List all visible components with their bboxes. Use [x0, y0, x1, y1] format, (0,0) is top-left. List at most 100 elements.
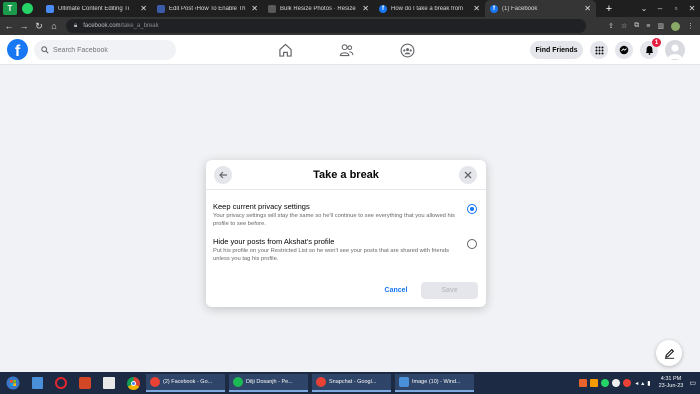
pinned-tab-icon[interactable]: T	[3, 2, 17, 15]
taskbar-app[interactable]: Image (10) - Wind...	[395, 374, 474, 392]
close-tab-icon[interactable]: ✕	[251, 4, 258, 13]
cancel-button[interactable]: Cancel	[376, 282, 416, 298]
taskbar-app[interactable]: Snapchat - Googl...	[312, 374, 391, 392]
browser-tab-active[interactable]: f (1) Facebook ✕	[485, 0, 596, 17]
option-title: Hide your posts from Akshat's profile	[213, 237, 335, 246]
taskbar-app[interactable]: (2) Facebook - Go...	[146, 374, 225, 392]
messenger-icon[interactable]	[615, 41, 633, 59]
word-icon[interactable]	[100, 375, 118, 391]
profile-avatar-icon[interactable]	[671, 21, 680, 31]
chrome-icon[interactable]	[124, 375, 142, 391]
docs-icon	[46, 4, 54, 13]
dialog-footer: Cancel Save	[206, 271, 486, 307]
search-icon	[41, 46, 49, 54]
close-tab-icon[interactable]: ✕	[473, 4, 480, 13]
spotify-app-icon	[233, 377, 243, 387]
back-arrow-icon	[218, 171, 227, 179]
account-avatar[interactable]	[665, 40, 685, 60]
close-icon	[464, 171, 472, 179]
clock-date: 23-Jun-23	[658, 383, 684, 389]
reading-list-icon[interactable]: ≡	[646, 23, 650, 30]
option-description: Put his profile on your Restricted List …	[213, 248, 449, 262]
bookmark-star-icon[interactable]: ☆	[621, 22, 627, 30]
url-path: /take_a_break	[120, 23, 159, 29]
taskbar-app[interactable]: Dilji Dosanjh - Pe...	[229, 374, 308, 392]
notification-count-badge: 1	[652, 38, 661, 47]
tab-search-chevron-icon[interactable]: ⌄	[636, 4, 652, 13]
share-icon[interactable]: ⇪	[608, 22, 614, 30]
wordpress-icon	[157, 4, 165, 13]
browser-tab[interactable]: f How do I take a break from ✕	[374, 0, 485, 17]
clock-time: 4:31 PM	[660, 376, 682, 382]
tray-app-icon[interactable]	[590, 379, 599, 387]
clock[interactable]: 4:31 PM 23-Jun-23	[659, 376, 684, 390]
browser-tab[interactable]: Ultimate Content Editing Ti ✕	[41, 0, 152, 17]
save-button[interactable]: Save	[421, 282, 478, 299]
forward-arrow-icon[interactable]: →	[18, 21, 30, 31]
wifi-signal-icon[interactable]: ▴	[641, 380, 644, 387]
back-arrow-icon[interactable]: ←	[3, 21, 15, 31]
browser-tab-strip: T Ultimate Content Editing Ti ✕ Edit Pos…	[0, 0, 700, 17]
whatsapp-tray-icon[interactable]	[601, 379, 610, 387]
facebook-favicon-icon: f	[490, 4, 498, 13]
tray-app-icon[interactable]	[612, 379, 621, 387]
search-input[interactable]	[53, 46, 163, 54]
tab-title: Ultimate Content Editing Ti	[58, 5, 130, 12]
tray-app-icon[interactable]	[623, 379, 632, 387]
take-a-break-dialog: Take a break Keep current privacy settin…	[206, 160, 486, 307]
new-message-button[interactable]	[656, 340, 682, 366]
menu-grid-icon[interactable]	[590, 41, 608, 59]
option-hide-posts[interactable]: Hide your posts from Akshat's profile Pu…	[213, 237, 479, 263]
url-host: facebook.com	[83, 23, 121, 29]
find-friends-button[interactable]: Find Friends	[530, 41, 583, 59]
groups-nav-icon[interactable]	[398, 41, 416, 59]
windows-taskbar: (2) Facebook - Go... Dilji Dosanjh - Pe.…	[0, 372, 700, 394]
facebook-header: f Find Friends 1	[0, 35, 700, 65]
file-explorer-icon[interactable]	[28, 375, 46, 391]
dialog-header: Take a break	[206, 160, 486, 190]
close-tab-icon[interactable]: ✕	[584, 4, 591, 13]
minimize-icon[interactable]: –	[652, 4, 668, 13]
home-nav-icon[interactable]	[276, 41, 294, 59]
browser-tab[interactable]: Edit Post ‹How To Enable Th ✕	[152, 0, 263, 17]
tab-title: (1) Facebook	[502, 5, 538, 12]
reload-icon[interactable]: ↻	[33, 21, 45, 32]
powerpoint-icon[interactable]	[76, 375, 94, 391]
home-icon[interactable]: ⌂	[48, 21, 60, 31]
menu-kebab-icon[interactable]: ⋮	[687, 22, 694, 30]
browser-tab[interactable]: Bulk Resize Photos · Resize ✕	[263, 0, 374, 17]
taskbar-app-label: Snapchat - Googl...	[329, 379, 377, 385]
resize-icon	[268, 4, 276, 13]
restore-icon[interactable]: ▫	[668, 4, 684, 13]
close-dialog-button[interactable]	[459, 166, 477, 184]
taskbar-app-label: Image (10) - Wind...	[412, 379, 461, 385]
notification-center-icon[interactable]: ▭	[689, 379, 696, 387]
extensions-icon[interactable]: ⧉	[634, 22, 639, 30]
battery-icon[interactable]: ▮	[647, 380, 650, 387]
radio-unselected[interactable]	[467, 239, 477, 249]
lock-icon[interactable]: 🔒︎	[74, 23, 77, 30]
browser-toolbar: ← → ↻ ⌂ 🔒︎ facebook.com/take_a_break ⇪ ☆…	[0, 17, 700, 35]
taskbar-app-label: (2) Facebook - Go...	[163, 379, 213, 385]
whatsapp-pinned-icon[interactable]	[22, 3, 33, 14]
address-bar[interactable]: 🔒︎ facebook.com/take_a_break	[66, 19, 586, 33]
facebook-search-box[interactable]	[34, 40, 176, 60]
system-tray: ◂ ▴ ▮ 4:31 PM 23-Jun-23 ▭	[576, 372, 700, 394]
close-window-icon[interactable]: ✕	[684, 4, 700, 13]
new-tab-plus-icon[interactable]: +	[602, 2, 616, 16]
volume-icon[interactable]: ◂	[635, 380, 638, 387]
opera-icon[interactable]	[52, 375, 70, 391]
facebook-logo-icon[interactable]: f	[7, 39, 28, 60]
close-tab-icon[interactable]: ✕	[362, 4, 369, 13]
close-tab-icon[interactable]: ✕	[140, 4, 147, 13]
windows-start-icon[interactable]	[4, 375, 22, 391]
friends-nav-icon[interactable]	[337, 41, 355, 59]
option-keep-privacy-settings[interactable]: Keep current privacy settings Your priva…	[213, 202, 479, 228]
back-arrow-button[interactable]	[214, 166, 232, 184]
sidepanel-icon[interactable]: ▥	[657, 22, 664, 30]
radio-selected[interactable]	[467, 204, 477, 214]
window-controls: ⌄ – ▫ ✕	[636, 0, 700, 17]
option-title: Keep current privacy settings	[213, 202, 310, 211]
chrome-app-icon	[316, 377, 326, 387]
tray-app-icon[interactable]	[579, 379, 588, 387]
